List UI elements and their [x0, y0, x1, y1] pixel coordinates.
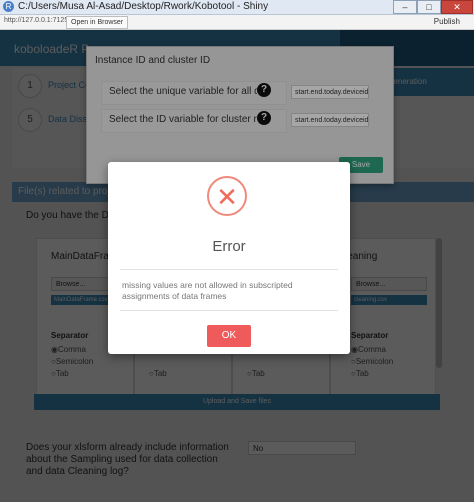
error-title: Error [212, 238, 246, 255]
viewer-toolbar: http://127.0.0.1:7125 Open in Browser Pu… [0, 15, 474, 30]
maximize-button[interactable]: □ [417, 0, 441, 14]
address-text: http://127.0.0.1:7125 [4, 17, 69, 24]
divider [120, 269, 338, 270]
app-icon: R [3, 1, 14, 12]
close-window-button[interactable]: ✕ [441, 0, 473, 14]
window-title: C:/Users/Musa Al-Asad/Desktop/Rwork/Kobo… [18, 1, 269, 12]
error-icon: ✕ [207, 176, 247, 216]
divider [120, 310, 338, 311]
error-dialog: ✕ Error missing values are not allowed i… [108, 162, 350, 354]
window-title-bar: R C:/Users/Musa Al-Asad/Desktop/Rwork/Ko… [0, 0, 474, 15]
minimize-button[interactable]: – [393, 0, 417, 14]
open-in-browser-button[interactable]: Open in Browser [66, 16, 129, 29]
error-message: missing values are not allowed in subscr… [122, 280, 293, 301]
ok-button[interactable]: OK [207, 325, 251, 347]
publish-button[interactable]: Publish [434, 17, 460, 26]
